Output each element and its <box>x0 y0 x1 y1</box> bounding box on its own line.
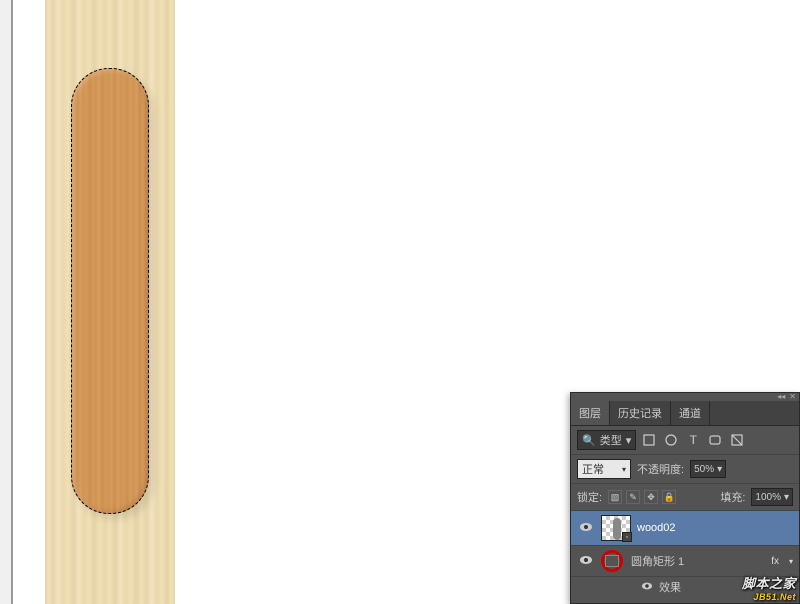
lock-all-icon[interactable]: 🔒 <box>662 490 676 504</box>
layer-row[interactable]: ▫ wood02 <box>571 511 799 546</box>
filter-shape-icon[interactable] <box>706 431 724 449</box>
vector-mask-highlight[interactable] <box>601 550 623 572</box>
opacity-value: 50% <box>694 464 714 475</box>
tab-channels[interactable]: 通道 <box>671 401 710 425</box>
visibility-eye-icon[interactable] <box>641 580 653 595</box>
rounded-rectangle-shape[interactable] <box>71 68 149 514</box>
filter-adjust-icon[interactable] <box>662 431 680 449</box>
lock-label: 锁定: <box>577 489 602 505</box>
filter-row: 🔍 类型 ▾ T <box>571 426 799 455</box>
search-icon: 🔍 <box>582 434 596 447</box>
lock-position-icon[interactable]: ✥ <box>644 490 658 504</box>
filter-pixel-icon[interactable] <box>640 431 658 449</box>
filter-type-icon[interactable]: T <box>684 431 702 449</box>
smart-object-badge-icon: ▫ <box>622 532 632 542</box>
tab-history[interactable]: 历史记录 <box>610 401 671 425</box>
chevron-down-icon[interactable]: ▾ <box>789 557 793 566</box>
chevron-down-icon: ▾ <box>622 465 626 474</box>
filter-label: 类型 <box>600 432 622 448</box>
fill-input[interactable]: 100% ▾ <box>751 488 793 506</box>
opacity-input[interactable]: 50% ▾ <box>690 460 726 478</box>
panel-topbar: ◂◂ ✕ <box>571 393 799 401</box>
opacity-label: 不透明度: <box>637 461 684 477</box>
visibility-eye-icon[interactable] <box>579 553 593 570</box>
visibility-eye-icon[interactable] <box>579 520 593 537</box>
lock-paint-icon[interactable]: ✎ <box>626 490 640 504</box>
layer-thumbnail[interactable]: ▫ <box>601 515 631 541</box>
layer-filter-select[interactable]: 🔍 类型 ▾ <box>577 430 636 450</box>
layer-row[interactable]: 圆角矩形 1 fx ▾ <box>571 546 799 577</box>
layer-list: ▫ wood02 圆角矩形 1 fx ▾ 效果 <box>571 511 799 599</box>
chevron-down-icon: ▾ <box>717 464 722 475</box>
layers-panel: ◂◂ ✕ 图层 历史记录 通道 🔍 类型 ▾ T 正常 ▾ 不透明度: <box>570 392 800 604</box>
layer-effect-row[interactable]: 效果 <box>571 577 799 599</box>
fill-label: 填充: <box>720 489 745 505</box>
fx-badge[interactable]: fx <box>771 556 779 567</box>
blend-row: 正常 ▾ 不透明度: 50% ▾ <box>571 455 799 484</box>
blend-mode-value: 正常 <box>582 461 604 477</box>
layer-name[interactable]: 圆角矩形 1 <box>631 553 765 569</box>
panel-tabs: 图层 历史记录 通道 <box>571 401 799 426</box>
collapse-icon[interactable]: ◂◂ <box>777 393 785 401</box>
app-root: ◂◂ ✕ 图层 历史记录 通道 🔍 类型 ▾ T 正常 ▾ 不透明度: <box>0 0 800 604</box>
lock-row: 锁定: ▧ ✎ ✥ 🔒 填充: 100% ▾ <box>571 484 799 511</box>
lock-transparency-icon[interactable]: ▧ <box>608 490 622 504</box>
vertical-ruler <box>0 0 12 604</box>
effects-label: 效果 <box>659 579 681 595</box>
filter-smart-icon[interactable] <box>728 431 746 449</box>
blend-mode-select[interactable]: 正常 ▾ <box>577 459 631 479</box>
close-icon[interactable]: ✕ <box>789 393 796 401</box>
chevron-down-icon: ▾ <box>626 434 632 447</box>
tab-layers[interactable]: 图层 <box>571 401 610 425</box>
layer-name[interactable]: wood02 <box>637 522 793 534</box>
fill-value: 100% <box>755 492 781 503</box>
chevron-down-icon: ▾ <box>784 492 789 503</box>
lock-buttons: ▧ ✎ ✥ 🔒 <box>608 490 676 504</box>
